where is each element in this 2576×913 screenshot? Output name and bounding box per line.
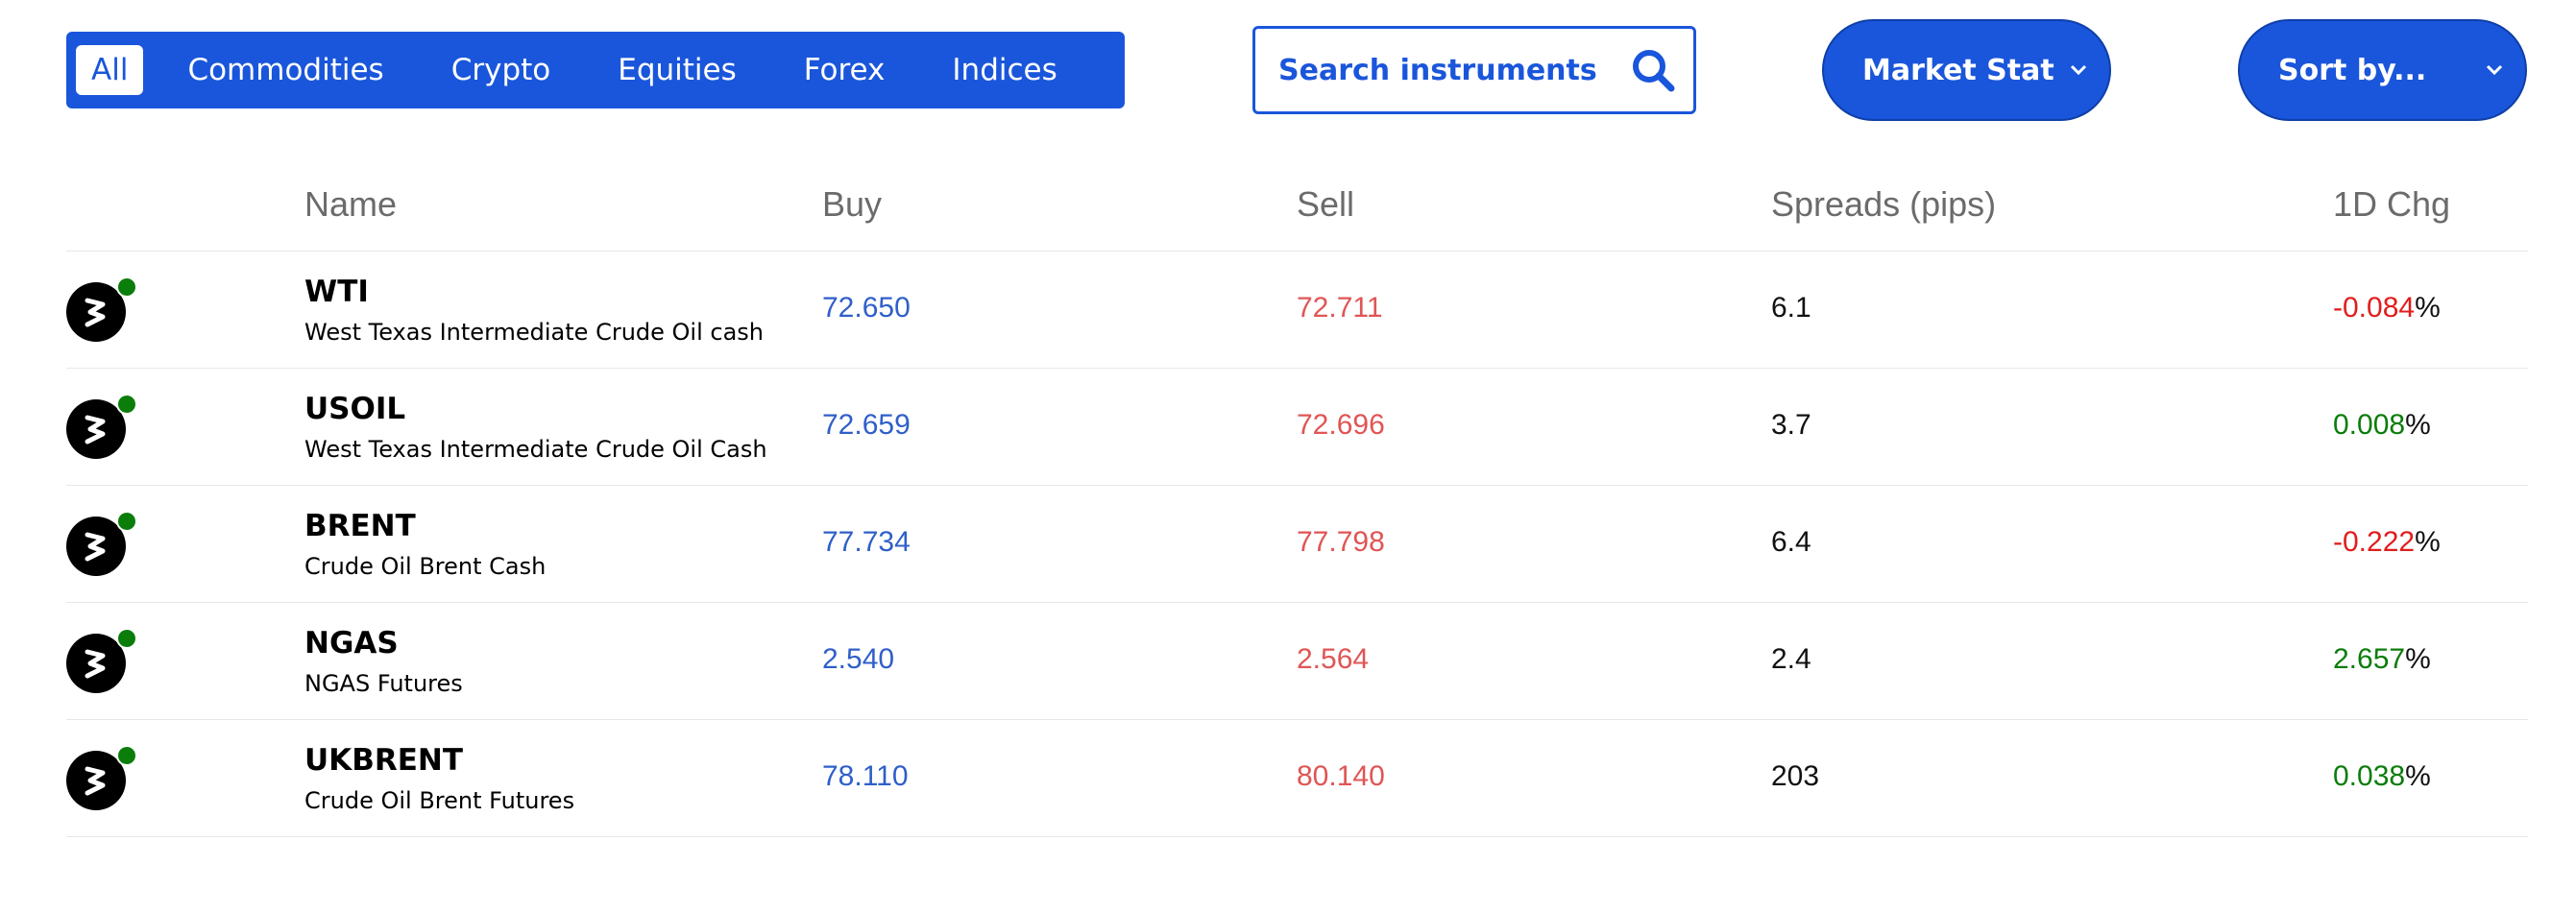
instrument-logo	[66, 628, 137, 695]
instrument-logo	[66, 511, 137, 578]
instrument-description: Crude Oil Brent Cash	[304, 553, 547, 580]
brand-logo-icon	[85, 532, 106, 562]
sort-dropdown[interactable]: Sort by...	[2238, 19, 2527, 121]
instrument-logo	[66, 745, 137, 812]
table-row[interactable]: WTI West Texas Intermediate Crude Oil ca…	[66, 252, 2528, 369]
market-status-dropdown[interactable]: Market Status	[1822, 19, 2111, 121]
instrument-description: Crude Oil Brent Futures	[304, 787, 575, 814]
daily-change: -0.084%	[2333, 292, 2441, 324]
daily-change: -0.222%	[2333, 526, 2441, 559]
percent-sign: %	[2405, 643, 2431, 675]
search-box	[1252, 26, 1696, 114]
tab-forex[interactable]: Forex	[781, 45, 909, 95]
sort-label: Sort by...	[2278, 53, 2427, 87]
daily-change: 2.657%	[2333, 643, 2431, 676]
header-sell[interactable]: Sell	[1297, 184, 1354, 225]
category-tabs: All Commodities Crypto Equities Forex In…	[66, 32, 1125, 108]
instrument-symbol: NGAS	[304, 626, 399, 661]
status-dot	[116, 628, 137, 649]
instrument-logo	[66, 276, 137, 344]
instrument-description: West Texas Intermediate Crude Oil Cash	[304, 436, 767, 463]
header-buy[interactable]: Buy	[822, 184, 882, 225]
header-spreads[interactable]: Spreads (pips)	[1771, 184, 1996, 225]
instrument-symbol: USOIL	[304, 392, 406, 426]
tab-crypto[interactable]: Crypto	[428, 45, 574, 95]
tab-indices[interactable]: Indices	[929, 45, 1080, 95]
status-dot	[116, 745, 137, 766]
spread-value: 203	[1771, 760, 1820, 792]
market-status-label: Market Status	[1862, 53, 2054, 87]
change-value: -0.222	[2333, 526, 2416, 558]
tab-all[interactable]: All	[76, 45, 144, 95]
brand-logo-icon	[85, 415, 106, 444]
spread-value: 2.4	[1771, 643, 1811, 675]
instrument-symbol: UKBRENT	[304, 743, 463, 778]
buy-price[interactable]: 72.659	[822, 409, 911, 442]
change-value: 2.657	[2333, 643, 2406, 675]
buy-price[interactable]: 2.540	[822, 643, 894, 676]
change-value: 0.038	[2333, 760, 2406, 792]
chevron-down-icon	[2070, 64, 2087, 76]
instrument-description: NGAS Futures	[304, 670, 463, 697]
status-dot	[116, 511, 137, 532]
status-dot	[116, 276, 137, 298]
buy-price[interactable]: 72.650	[822, 292, 911, 324]
instrument-description: West Texas Intermediate Crude Oil cash	[304, 319, 765, 346]
daily-change: 0.038%	[2333, 760, 2431, 793]
table-row[interactable]: USOIL West Texas Intermediate Crude Oil …	[66, 369, 2528, 486]
change-value: 0.008	[2333, 409, 2406, 441]
table-row[interactable]: NGAS NGAS Futures 2.540 2.564 2.4 2.657%	[66, 603, 2528, 720]
sell-price[interactable]: 80.140	[1297, 760, 1385, 793]
sell-price[interactable]: 72.696	[1297, 409, 1385, 442]
status-dot	[116, 394, 137, 415]
change-value: -0.084	[2333, 292, 2416, 324]
percent-sign: %	[2415, 526, 2441, 558]
percent-sign: %	[2415, 292, 2441, 324]
table-header: Name Buy Sell Spreads (pips) 1D Chg	[66, 169, 2528, 252]
header-change[interactable]: 1D Chg	[2333, 184, 2450, 225]
spread-value: 6.1	[1771, 292, 1811, 324]
table-row[interactable]: UKBRENT Crude Oil Brent Futures 78.110 8…	[66, 720, 2528, 837]
tab-commodities[interactable]: Commodities	[164, 45, 406, 95]
instrument-symbol: WTI	[304, 275, 369, 309]
spread-value: 6.4	[1771, 526, 1811, 558]
sell-price[interactable]: 72.711	[1297, 292, 1383, 324]
instruments-table: Name Buy Sell Spreads (pips) 1D Chg WTI …	[66, 169, 2528, 837]
buy-price[interactable]: 78.110	[822, 760, 909, 793]
brand-logo-icon	[85, 649, 106, 679]
sell-price[interactable]: 2.564	[1297, 643, 1369, 676]
percent-sign: %	[2405, 409, 2431, 441]
header-name[interactable]: Name	[304, 184, 397, 225]
spread-value: 3.7	[1771, 409, 1811, 441]
sell-price[interactable]: 77.798	[1297, 526, 1385, 559]
brand-logo-icon	[85, 766, 106, 796]
daily-change: 0.008%	[2333, 409, 2431, 442]
table-row[interactable]: BRENT Crude Oil Brent Cash 77.734 77.798…	[66, 486, 2528, 603]
search-input[interactable]	[1276, 52, 1630, 88]
tab-equities[interactable]: Equities	[595, 45, 760, 95]
percent-sign: %	[2405, 760, 2431, 792]
search-icon[interactable]	[1630, 47, 1676, 93]
instrument-logo	[66, 394, 137, 461]
buy-price[interactable]: 77.734	[822, 526, 911, 559]
chevron-down-icon	[2486, 64, 2503, 76]
instrument-symbol: BRENT	[304, 509, 416, 543]
brand-logo-icon	[85, 298, 106, 327]
